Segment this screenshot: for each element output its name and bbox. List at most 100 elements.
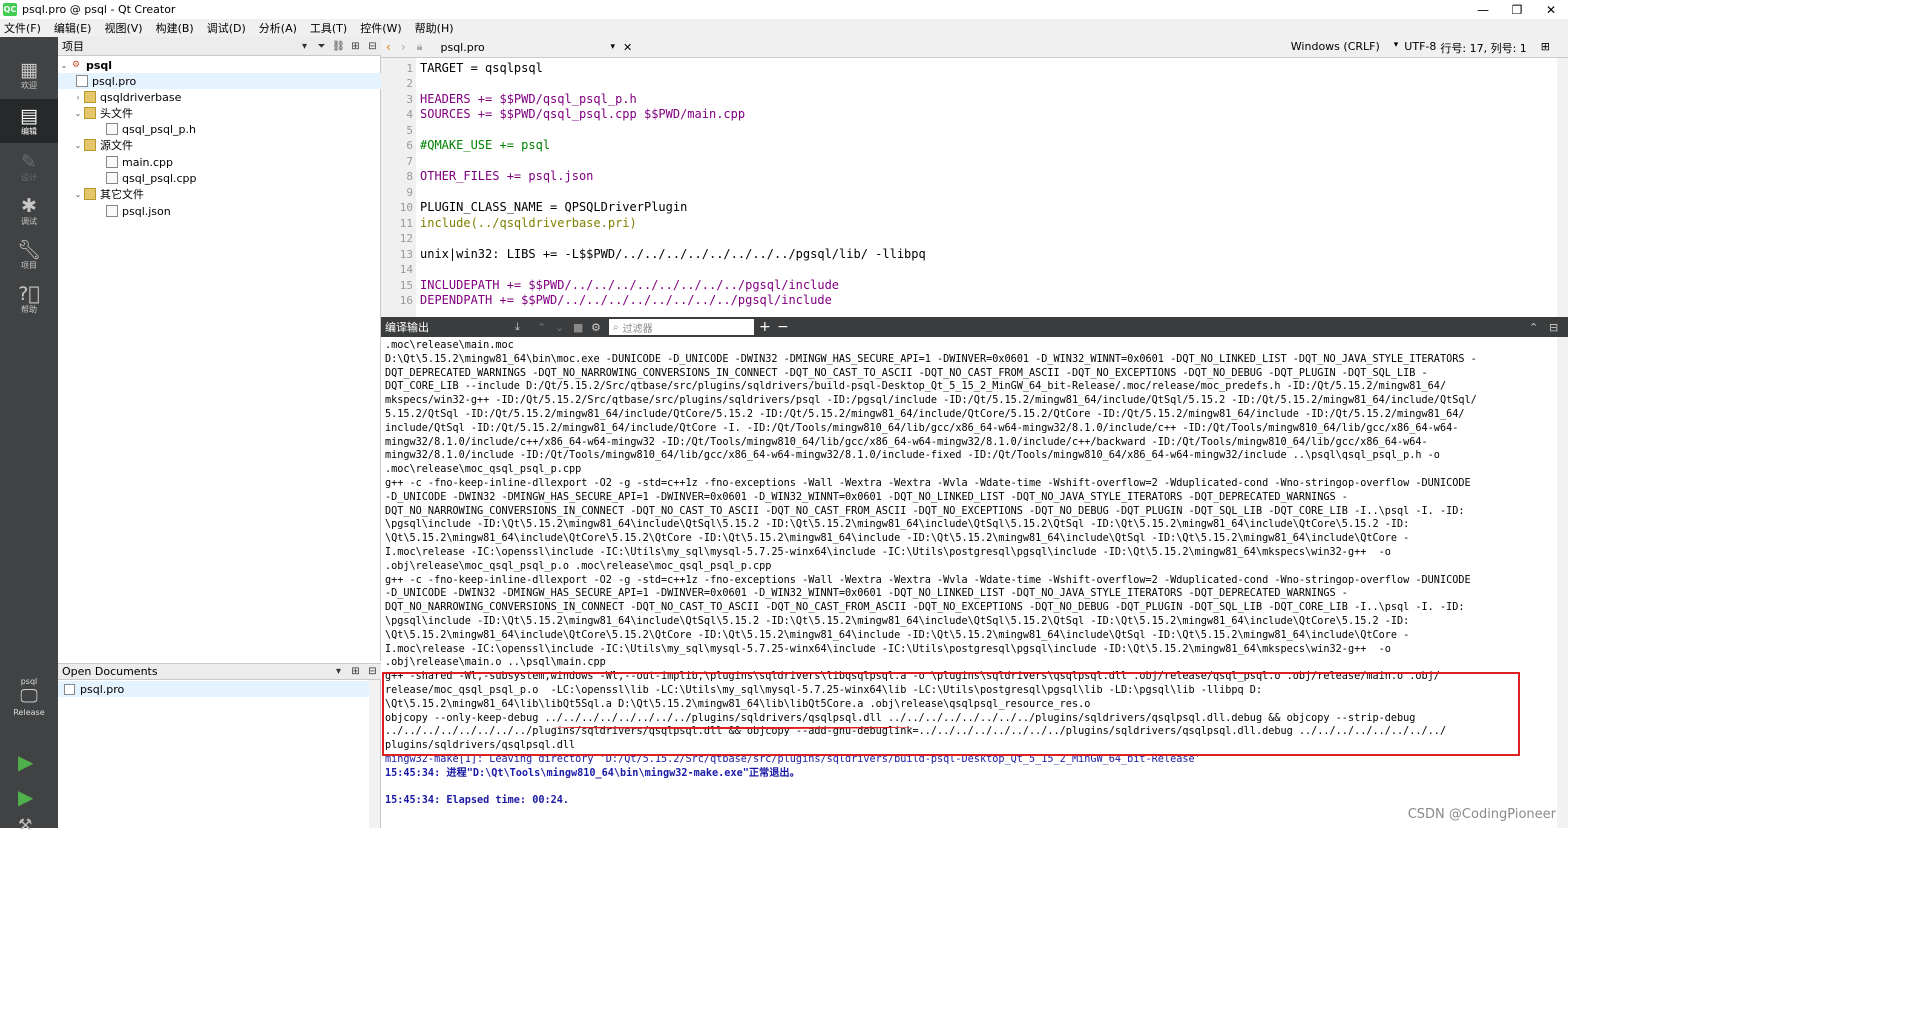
code-line[interactable]: 11 include(../qsqldriverbase.pri)	[381, 216, 1551, 231]
menu-view[interactable]: 视图(V)	[104, 20, 142, 36]
menu-debug[interactable]: 调试(D)	[207, 20, 246, 36]
run-button[interactable]: ▶	[18, 750, 33, 774]
dropdown-icon[interactable]: ▾	[330, 666, 347, 677]
code-line[interactable]: 7	[381, 154, 1551, 169]
close-panel-icon[interactable]: ⊟	[1549, 321, 1558, 334]
editor-scrollbar[interactable]	[1557, 58, 1568, 317]
pin-icon[interactable]: ⤓	[515, 320, 520, 334]
open-documents-title[interactable]: Open Documents	[62, 665, 158, 678]
encoding-label[interactable]: UTF-8	[1404, 40, 1436, 56]
filter-icon[interactable]: ⏷	[313, 41, 330, 52]
hammer-icon: ⚒	[18, 815, 33, 834]
mode-edit[interactable]: ▤ 编辑	[0, 99, 58, 143]
menu-build[interactable]: 构建(B)	[156, 20, 194, 36]
code-line[interactable]: 3 HEADERS += $$PWD/qsql_psql_p.h	[381, 92, 1551, 107]
code-line[interactable]: 1 TARGET = qsqlpsql	[381, 61, 1551, 76]
output-scrollbar[interactable]	[1557, 337, 1568, 828]
stop-icon[interactable]: ■	[573, 321, 583, 334]
close-icon[interactable]: ✕	[1534, 0, 1568, 19]
menu-tools[interactable]: 工具(T)	[310, 20, 347, 36]
back-arrow-icon[interactable]: ‹	[386, 40, 391, 54]
output-line: 15:45:34: Elapsed time: 00:24.	[385, 795, 570, 807]
tree-item-folder[interactable]: › qsqldriverbase	[58, 89, 381, 105]
code-line[interactable]: 4 SOURCES += $$PWD/qsql_psql.cpp $$PWD/ma…	[381, 107, 1551, 122]
mode-debug[interactable]: ✱ 调试	[0, 189, 58, 233]
close-panel-icon[interactable]: ⊟	[364, 41, 381, 52]
code-line[interactable]: 12	[381, 231, 1551, 246]
output-filter-input[interactable]: ⌕ 过滤器	[609, 319, 754, 335]
code-line[interactable]: 2	[381, 76, 1551, 91]
tree-item-file[interactable]: psql.json	[58, 203, 381, 219]
maximize-panel-icon[interactable]: ⌃	[1529, 321, 1538, 334]
forward-arrow-icon[interactable]: ›	[401, 40, 406, 54]
mode-design[interactable]: ✎ 设计	[0, 145, 58, 189]
mode-help[interactable]: ?⃝ 帮助	[0, 277, 58, 321]
split-icon[interactable]: ⊞	[347, 41, 364, 52]
kit-build-config: Release	[13, 708, 45, 717]
tree-item-folder[interactable]: ⌄ 头文件	[58, 105, 381, 121]
split-icon[interactable]: ⊞	[347, 666, 364, 677]
mode-projects[interactable]: 🔧︎ 项目	[0, 233, 58, 277]
line-ending-selector[interactable]: Windows (CRLF)	[1291, 40, 1380, 56]
open-documents-scrollbar[interactable]	[369, 680, 380, 828]
code-editor[interactable]: 1 TARGET = qsqlpsql 2 3 HEADERS += $$PWD/q…	[381, 58, 1568, 317]
chevron-down-icon[interactable]: ⌄	[58, 61, 70, 70]
menu-analyze[interactable]: 分析(A)	[259, 20, 297, 36]
title-bar: QC psql.pro @ psql - Qt Creator — ❐ ✕	[0, 0, 1568, 19]
menu-window[interactable]: 控件(W)	[360, 20, 401, 36]
minimize-icon[interactable]: —	[1466, 0, 1500, 19]
debug-run-button[interactable]: ▶	[18, 785, 33, 809]
tree-item-root[interactable]: ⌄ ⚙ psql	[58, 57, 381, 73]
split-icon[interactable]: ⊞	[1541, 40, 1550, 56]
tree-item-file[interactable]: qsql_psql_p.h	[58, 121, 381, 137]
dropdown-icon[interactable]: ▾	[296, 41, 313, 52]
tree-item-folder[interactable]: ⌄ 源文件	[58, 137, 381, 153]
chevron-right-icon[interactable]: ›	[72, 93, 84, 102]
down-arrow-icon[interactable]: ⌄	[555, 321, 564, 334]
build-button[interactable]: ⚒	[18, 815, 32, 834]
cursor-position[interactable]: 行号: 17, 列号: 1	[1440, 40, 1526, 56]
code-line[interactable]: 15 INCLUDEPATH += $$PWD/../../../../../..…	[381, 278, 1551, 293]
kit-selector[interactable]: psql 🖵︎ Release	[0, 677, 58, 717]
code-line[interactable]: 6 #QMAKE_USE += psql	[381, 138, 1551, 153]
restore-icon[interactable]: ❐	[1500, 0, 1534, 19]
tree-item-folder[interactable]: ⌄ 其它文件	[58, 186, 381, 202]
output-line: g++ -c -fno-keep-inline-dllexport -O2 -g…	[385, 574, 1471, 586]
menu-help[interactable]: 帮助(H)	[415, 20, 454, 36]
chevron-down-icon[interactable]: ⌄	[72, 190, 84, 199]
code-line[interactable]: 16 DEPENDPATH += $$PWD/../../../../../../…	[381, 293, 1551, 308]
zoom-out-icon[interactable]: −	[777, 319, 789, 335]
code-line[interactable]: 14	[381, 262, 1551, 277]
tree-item-file[interactable]: qsql_psql.cpp	[58, 170, 381, 186]
link-icon[interactable]: ⛓	[330, 41, 347, 52]
chevron-down-icon[interactable]: ▾	[610, 42, 615, 52]
tree-item-file[interactable]: psql.pro	[58, 73, 381, 89]
close-panel-icon[interactable]: ⊟	[364, 666, 381, 677]
document-selector[interactable]: psql.pro	[440, 41, 610, 54]
chevron-down-icon[interactable]: ▾	[1394, 40, 1399, 56]
up-arrow-icon[interactable]: ⌃	[537, 321, 546, 334]
project-icon: ⚙	[71, 60, 81, 70]
menu-file[interactable]: 文件(F)	[4, 20, 41, 36]
code-line[interactable]: 8 OTHER_FILES += psql.json	[381, 169, 1551, 184]
code-line[interactable]: 5	[381, 123, 1551, 138]
open-document-item[interactable]: psql.pro	[58, 681, 380, 697]
output-line: DQT_CORE_LIB --include D:/Qt/5.15.2/Src/…	[385, 381, 1447, 393]
grid-icon: ▦	[20, 58, 38, 81]
projects-panel-title[interactable]: 项目	[62, 38, 84, 54]
settings-gear-icon[interactable]: ⚙	[591, 321, 601, 334]
chevron-down-icon[interactable]: ⌄	[72, 109, 84, 118]
project-tree: ⌄ ⚙ psql psql.pro › qsqldriverbase ⌄ 头文件…	[58, 56, 381, 661]
menu-edit[interactable]: 编辑(E)	[54, 20, 92, 36]
output-line: .obj\release\moc_qsql_psql_p.o .moc\rele…	[385, 560, 772, 572]
tree-item-file[interactable]: main.cpp	[58, 154, 381, 170]
chevron-down-icon[interactable]: ⌄	[72, 141, 84, 150]
close-document-icon[interactable]: ✕	[623, 41, 632, 54]
mode-welcome[interactable]: ▦ 欢迎	[0, 53, 58, 97]
code-line[interactable]: 9	[381, 185, 1551, 200]
code-line[interactable]: 10 PLUGIN_CLASS_NAME = QPSQLDriverPlugin	[381, 200, 1551, 215]
compile-output-title[interactable]: 编译输出	[385, 319, 429, 335]
code-line[interactable]: 13 unix|win32: LIBS += -L$$PWD/../../../.…	[381, 247, 1551, 262]
output-line: I.moc\release -IC:\openssl\include -IC:\…	[385, 643, 1391, 655]
zoom-in-icon[interactable]: +	[759, 319, 771, 335]
